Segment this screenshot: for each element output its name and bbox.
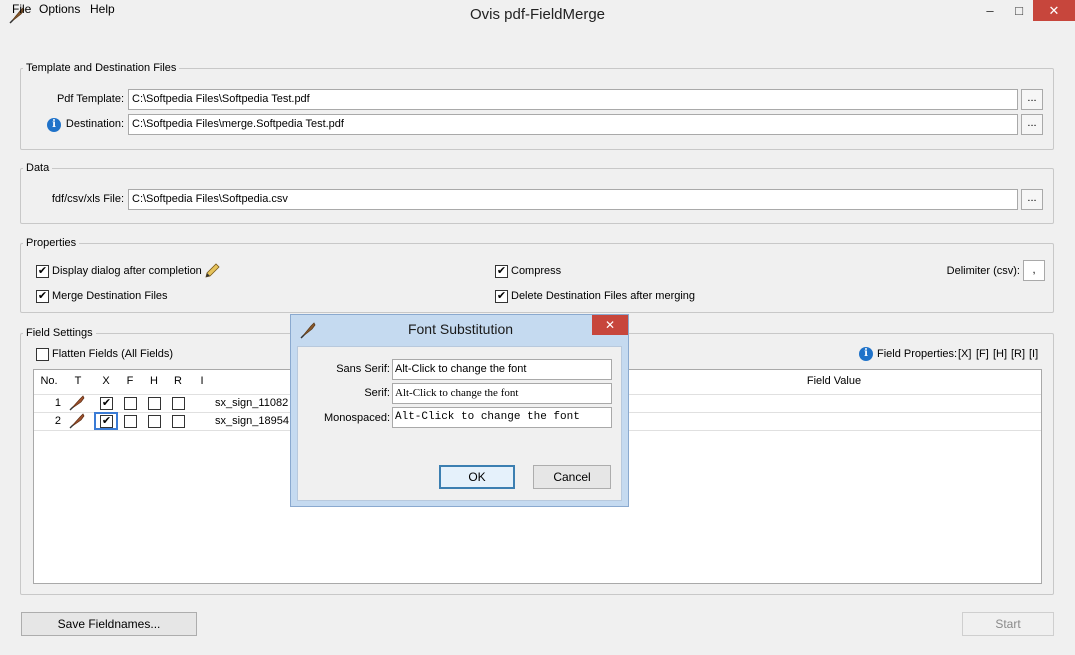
row-1-field-name[interactable]: sx_sign_11082 bbox=[215, 397, 288, 409]
properties-group bbox=[20, 243, 1054, 313]
row-1-type-pen-icon[interactable] bbox=[68, 395, 86, 411]
serif-input[interactable]: Alt-Click to change the font bbox=[392, 383, 612, 404]
dialog-body: Sans Serif: Alt-Click to change the font… bbox=[297, 346, 622, 501]
flatten-fields-checkbox[interactable] bbox=[36, 348, 49, 361]
field-property-i-link[interactable]: [I] bbox=[1029, 348, 1038, 360]
column-header-f[interactable]: F bbox=[120, 370, 140, 393]
field-property-x-link[interactable]: [X] bbox=[958, 348, 971, 360]
pdf-template-browse-button[interactable]: ... bbox=[1021, 89, 1043, 110]
flatten-fields-label: Flatten Fields (All Fields) bbox=[52, 348, 174, 360]
field-property-f-link[interactable]: [F] bbox=[976, 348, 989, 360]
compress-checkbox[interactable]: ✔ bbox=[495, 265, 508, 278]
info-icon[interactable]: i bbox=[47, 118, 61, 132]
display-dialog-label: Display dialog after completion bbox=[52, 265, 202, 277]
start-button[interactable]: Start bbox=[962, 612, 1054, 636]
pdf-template-label: Pdf Template: bbox=[56, 93, 124, 105]
properties-group-title: Properties bbox=[23, 237, 80, 249]
compress-label: Compress bbox=[511, 265, 562, 277]
template-group-title: Template and Destination Files bbox=[23, 62, 180, 74]
dialog-title: Font Substitution bbox=[407, 321, 514, 337]
field-property-h-link[interactable]: [H] bbox=[993, 348, 1007, 360]
delimiter-label: Delimiter (csv): bbox=[946, 265, 1020, 277]
monospaced-label: Monospaced: bbox=[323, 412, 390, 424]
row-1-r-checkbox[interactable] bbox=[172, 397, 185, 410]
window-title: Ovis pdf-FieldMerge bbox=[469, 6, 606, 23]
column-header-h[interactable]: H bbox=[144, 370, 164, 393]
row-2-f-checkbox[interactable] bbox=[124, 415, 137, 428]
delimiter-input[interactable]: , bbox=[1023, 260, 1045, 281]
merge-destination-label: Merge Destination Files bbox=[52, 290, 168, 302]
edit-pencil-icon[interactable] bbox=[203, 262, 221, 280]
row-2-r-checkbox[interactable] bbox=[172, 415, 185, 428]
sans-serif-input[interactable]: Alt-Click to change the font bbox=[392, 359, 612, 380]
row-2-x-checkbox[interactable]: ✔ bbox=[100, 415, 113, 428]
menu-file[interactable]: File bbox=[12, 2, 31, 16]
destination-input[interactable]: C:\Softpedia Files\merge.Softpedia Test.… bbox=[128, 114, 1018, 135]
destination-label: Destination: bbox=[65, 118, 124, 130]
data-file-browse-button[interactable]: ... bbox=[1021, 189, 1043, 210]
row-2-no: 2 bbox=[54, 415, 61, 427]
delete-destination-checkbox[interactable]: ✔ bbox=[495, 290, 508, 303]
maximize-button[interactable]: □ bbox=[1005, 0, 1033, 21]
ok-button[interactable]: OK bbox=[439, 465, 515, 489]
save-fieldnames-button[interactable]: Save Fieldnames... bbox=[21, 612, 197, 636]
row-1-no: 1 bbox=[54, 397, 61, 409]
menu-bar bbox=[0, 31, 1075, 51]
destination-browse-button[interactable]: ... bbox=[1021, 114, 1043, 135]
row-1-f-checkbox[interactable] bbox=[124, 397, 137, 410]
monospaced-input[interactable]: Alt-Click to change the font bbox=[392, 407, 612, 428]
close-button[interactable]: ✕ bbox=[1033, 0, 1075, 21]
pdf-template-input[interactable]: C:\Softpedia Files\Softpedia Test.pdf bbox=[128, 89, 1018, 110]
serif-label: Serif: bbox=[364, 387, 390, 399]
field-settings-group-title: Field Settings bbox=[23, 327, 96, 339]
field-property-r-link[interactable]: [R] bbox=[1011, 348, 1025, 360]
display-dialog-checkbox[interactable]: ✔ bbox=[36, 265, 49, 278]
sans-serif-label: Sans Serif: bbox=[336, 363, 390, 375]
cancel-button[interactable]: Cancel bbox=[533, 465, 611, 489]
delete-destination-label: Delete Destination Files after merging bbox=[511, 290, 696, 302]
column-header-r[interactable]: R bbox=[168, 370, 188, 393]
minimize-button[interactable]: – bbox=[975, 0, 1005, 21]
column-header-field-value[interactable]: Field Value bbox=[734, 370, 934, 393]
field-properties-info-icon[interactable]: i bbox=[859, 347, 873, 361]
dialog-close-button[interactable]: ✕ bbox=[592, 315, 628, 335]
column-header-no[interactable]: No. bbox=[37, 370, 61, 393]
row-1-x-checkbox[interactable]: ✔ bbox=[100, 397, 113, 410]
row-2-type-pen-icon[interactable] bbox=[68, 413, 86, 429]
merge-destination-checkbox[interactable]: ✔ bbox=[36, 290, 49, 303]
column-header-x[interactable]: X bbox=[96, 370, 116, 393]
field-properties-label: Field Properties: bbox=[877, 348, 958, 360]
row-1-h-checkbox[interactable] bbox=[148, 397, 161, 410]
data-group-title: Data bbox=[23, 162, 53, 174]
row-2-h-checkbox[interactable] bbox=[148, 415, 161, 428]
data-file-input[interactable]: C:\Softpedia Files\Softpedia.csv bbox=[128, 189, 1018, 210]
menu-options[interactable]: Options bbox=[39, 2, 80, 16]
font-substitution-dialog: Font Substitution ✕ Sans Serif: Alt-Clic… bbox=[290, 314, 629, 507]
data-file-label: fdf/csv/xls File: bbox=[51, 193, 124, 205]
menu-help[interactable]: Help bbox=[90, 2, 115, 16]
column-header-t[interactable]: T bbox=[68, 370, 88, 393]
column-header-i[interactable]: I bbox=[192, 370, 212, 393]
row-2-field-name[interactable]: sx_sign_18954 bbox=[215, 415, 289, 427]
